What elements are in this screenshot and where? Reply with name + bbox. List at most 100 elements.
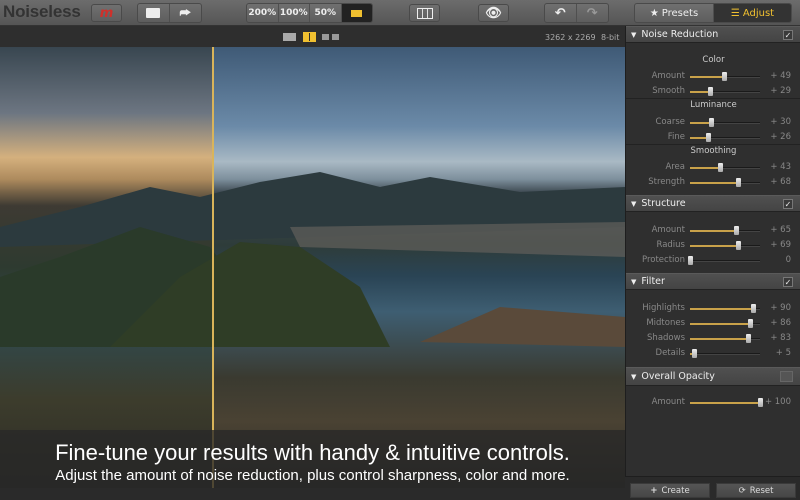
file-group: ⮫ [137,3,202,23]
slider-track[interactable] [690,241,760,250]
open-button[interactable] [138,4,170,22]
structure-checkbox[interactable]: ✓ [783,199,793,209]
single-view-button[interactable] [283,33,296,41]
slider-track[interactable] [690,304,760,313]
slider-thumb[interactable] [718,163,724,172]
slider-value: + 5 [775,348,791,358]
side-by-side-button[interactable] [322,34,339,40]
slider-track[interactable] [690,226,760,235]
slider-label: Amount [651,397,685,407]
fit-icon [351,9,363,17]
slider-row[interactable]: Midtones + 86 [626,318,800,330]
fit-screen-button[interactable] [341,4,372,22]
split-divider-handle[interactable] [212,47,214,488]
reset-button[interactable]: ⟳ Reset [716,483,796,498]
slider-value: + 100 [764,397,791,407]
redo-button[interactable]: ↷ [577,4,608,22]
slider-row[interactable]: Amount + 65 [626,225,800,237]
tab-adjust[interactable]: ☰ Adjust [714,4,791,22]
slider-label: Midtones [646,318,685,328]
slider-row[interactable]: Amount + 49 [626,71,800,83]
slider-row[interactable]: Protection 0 [626,255,800,267]
section-overall-opacity[interactable]: ▼ Overall Opacity [626,367,800,386]
slider-row[interactable]: Smooth + 29 [626,86,800,98]
zoom-group: 200% 100% 50% [246,3,373,23]
slider-track[interactable] [690,178,760,187]
slider-thumb[interactable] [706,133,712,142]
adjust-panel: ▼ Noise Reduction ✓ Color Amount + 49 Smoot… [625,26,800,500]
undo-icon: ↶ [554,5,566,21]
overall-opacity-checkbox[interactable] [780,371,793,382]
photo-canvas[interactable] [0,47,625,488]
slider-track[interactable] [690,118,760,127]
slider-thumb[interactable] [736,241,742,250]
filter-checkbox[interactable]: ✓ [783,277,793,287]
slider-value: + 65 [770,225,791,235]
slider-row[interactable]: Fine + 26 [626,132,800,144]
slider-row[interactable]: Area + 43 [626,162,800,174]
divider [626,98,800,99]
slider-thumb[interactable] [751,304,756,313]
slider-track[interactable] [690,163,760,172]
zoom-50-button[interactable]: 50% [310,4,342,22]
slider-track[interactable] [690,319,760,328]
slider-row[interactable]: Highlights + 90 [626,303,800,315]
slider-track[interactable] [690,398,763,407]
slider-row[interactable]: Details + 5 [626,348,800,360]
slider-row[interactable]: Amount + 100 [626,397,800,409]
slider-label: Strength [648,177,685,187]
noise-reduction-checkbox[interactable]: ✓ [783,30,793,40]
create-button[interactable]: + Create [630,483,710,498]
slider-track[interactable] [690,133,760,142]
slider-value: + 43 [770,162,791,172]
slider-fill [690,182,738,184]
slider-thumb[interactable] [735,178,741,187]
collapse-triangle-icon: ▼ [631,372,637,381]
subsection-luminance: Luminance [690,100,737,110]
zoom-100-button[interactable]: 100% [279,4,310,22]
section-noise-reduction[interactable]: ▼ Noise Reduction ✓ [626,26,800,43]
slider-thumb[interactable] [758,398,763,407]
image-dimensions: 3262 x 2269 [545,33,596,42]
preview-button[interactable]: 👁 [478,4,509,22]
slider-track[interactable] [688,256,760,265]
slider-track[interactable] [690,349,760,358]
section-structure[interactable]: ▼ Structure ✓ [626,195,800,212]
slider-row[interactable]: Radius + 69 [626,240,800,252]
slider-thumb[interactable] [691,349,697,358]
slider-thumb[interactable] [722,72,728,81]
slider-value: + 29 [770,86,791,96]
zoom-200-button[interactable]: 200% [247,4,279,22]
slider-value: 0 [785,255,791,265]
section-title: Overall Opacity [641,371,715,382]
slider-track[interactable] [690,72,760,81]
eye-icon: 👁 [485,5,502,21]
grid-button[interactable] [409,4,440,22]
section-filter[interactable]: ▼ Filter ✓ [626,273,800,290]
tab-adjust-label: Adjust [742,7,775,19]
slider-track[interactable] [690,334,760,343]
share-button[interactable]: ⮫ [170,4,201,22]
slider-thumb[interactable] [733,226,739,235]
undo-button[interactable]: ↶ [545,4,577,22]
caption-subline: Adjust the amount of noise reduction, pl… [55,467,570,484]
slider-thumb[interactable] [688,256,693,265]
slider-thumb[interactable] [746,334,752,343]
landscape [0,172,625,347]
section-title: Noise Reduction [641,29,719,40]
slider-row[interactable]: Strength + 68 [626,177,800,189]
collapse-triangle-icon: ▼ [631,30,637,39]
slider-row[interactable]: Shadows + 83 [626,333,800,345]
tab-presets[interactable]: ★ Presets [635,4,714,22]
slider-track[interactable] [690,87,760,96]
slider-value: + 69 [770,240,791,250]
folder-icon [146,8,161,18]
macphun-logo-button[interactable]: m [91,4,122,22]
slider-label: Shadows [647,333,685,343]
slider-value: + 83 [770,333,791,343]
slider-thumb[interactable] [748,319,754,328]
split-view-button[interactable] [303,32,316,42]
slider-row[interactable]: Coarse + 30 [626,117,800,129]
slider-thumb[interactable] [709,118,714,127]
slider-thumb[interactable] [708,87,714,96]
